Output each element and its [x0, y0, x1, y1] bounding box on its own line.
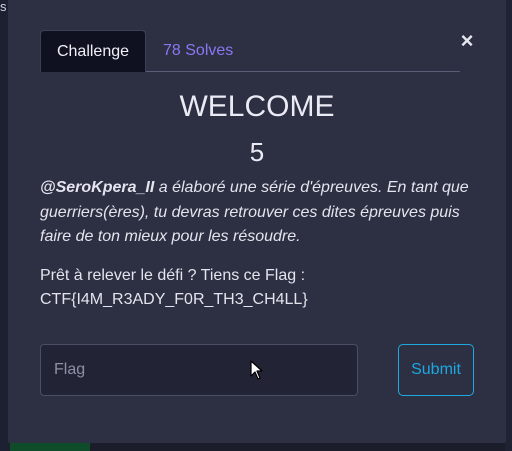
flag-value-text: CTF{I4M_R3ADY_F0R_TH3_CH4LL}: [40, 291, 308, 308]
flag-input[interactable]: [40, 344, 358, 396]
backdrop-text-fragment: s: [0, 0, 7, 14]
challenge-name: WELCOME: [179, 90, 335, 123]
page-backdrop-right: [505, 0, 512, 451]
mouse-cursor-icon: [250, 360, 263, 380]
author-mention: @SeroKpera_II: [40, 179, 155, 196]
tab-solves[interactable]: 78 Solves: [163, 30, 233, 72]
flag-hint: Prêt à relever le défi ? Tiens ce Flag :…: [40, 264, 480, 312]
tab-challenge[interactable]: Challenge: [40, 30, 146, 72]
challenge-tabs: Challenge 78 Solves: [40, 30, 460, 72]
backdrop-green-bar: [10, 443, 90, 451]
flag-prompt: Prêt à relever le défi ? Tiens ce Flag :: [40, 267, 306, 284]
challenge-description: @SeroKpera_II a élaboré une série d'épre…: [40, 176, 480, 250]
submit-button[interactable]: Submit: [398, 344, 474, 396]
close-button[interactable]: ×: [457, 30, 477, 52]
challenge-value: 5: [249, 137, 265, 167]
